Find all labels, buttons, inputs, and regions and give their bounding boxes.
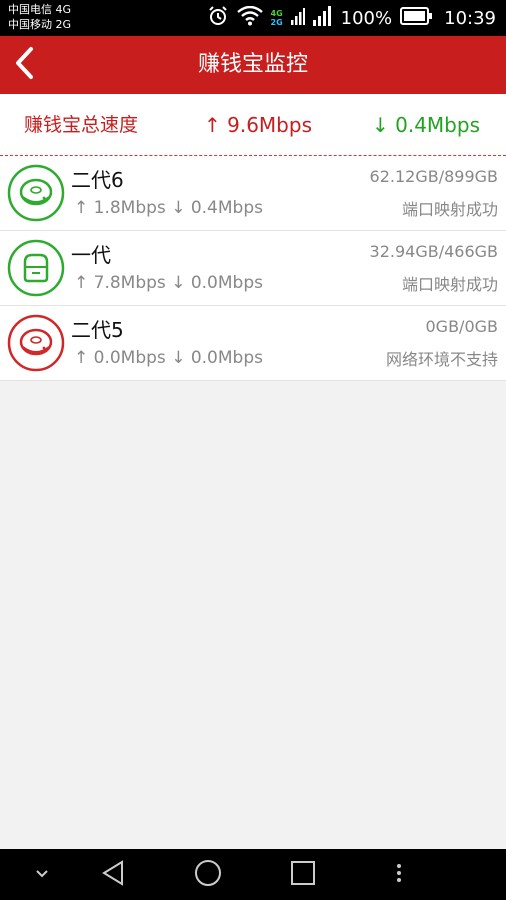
device-speed: ↑ 7.8Mbps ↓ 0.0Mbps bbox=[74, 273, 263, 293]
total-download-speed: ↓ 0.4Mbps bbox=[372, 113, 480, 137]
device-list: 二代6 ↑ 1.8Mbps ↓ 0.4Mbps 62.12GB/899GB 端口… bbox=[0, 156, 506, 381]
device-row[interactable]: 二代5 ↑ 0.0Mbps ↓ 0.0Mbps 0GB/0GB 网络环境不支持 bbox=[0, 306, 506, 381]
app-bar: 赚钱宝监控 bbox=[0, 36, 506, 94]
status-bar: 中国电信 4G 中国移动 2G 4G 2G 100% 10:39 bbox=[0, 0, 506, 36]
page-title: 赚钱宝监控 bbox=[197, 52, 308, 77]
alarm-icon bbox=[207, 5, 229, 31]
hide-nav-button[interactable] bbox=[17, 849, 67, 900]
recents-square-icon bbox=[290, 860, 316, 890]
total-upload-speed: ↑ 9.6Mbps bbox=[204, 113, 312, 137]
back-triangle-icon bbox=[100, 859, 126, 891]
battery-percent: 100% bbox=[340, 7, 393, 29]
more-vertical-icon bbox=[395, 862, 403, 888]
signal-icon-2 bbox=[312, 6, 333, 30]
signal-icon-1 bbox=[290, 7, 305, 29]
box-device-icon bbox=[6, 238, 66, 298]
chevron-down-icon bbox=[34, 865, 50, 884]
device-storage: 62.12GB/899GB bbox=[369, 167, 498, 186]
device-row[interactable]: 二代6 ↑ 1.8Mbps ↓ 0.4Mbps 62.12GB/899GB 端口… bbox=[0, 156, 506, 231]
back-chevron-icon bbox=[13, 46, 37, 84]
device-status: 网络环境不支持 bbox=[385, 350, 498, 369]
carrier-info: 中国电信 4G 中国移动 2G bbox=[8, 2, 71, 32]
carrier-2: 中国移动 2G bbox=[8, 18, 72, 31]
network-2-label: 2G bbox=[270, 18, 283, 27]
back-button[interactable] bbox=[4, 44, 46, 86]
device-name: 一代 bbox=[71, 243, 111, 267]
clock: 10:39 bbox=[444, 7, 496, 29]
device-name: 二代6 bbox=[71, 168, 124, 192]
network-1-label: 4G bbox=[270, 9, 283, 18]
screen: 中国电信 4G 中国移动 2G 4G 2G 100% 10:39 赚钱宝监控 赚… bbox=[0, 0, 506, 900]
status-icons: 4G 2G 100% 10:39 bbox=[207, 5, 496, 31]
device-speed: ↑ 0.0Mbps ↓ 0.0Mbps bbox=[74, 348, 263, 368]
home-circle-icon bbox=[194, 859, 222, 891]
home-nav-button[interactable] bbox=[183, 849, 233, 900]
device-status: 端口映射成功 bbox=[401, 275, 498, 294]
round-device-icon bbox=[6, 163, 66, 223]
network-type-labels: 4G 2G bbox=[271, 9, 283, 27]
menu-nav-button[interactable] bbox=[374, 849, 424, 900]
device-row[interactable]: 一代 ↑ 7.8Mbps ↓ 0.0Mbps 32.94GB/466GB 端口映… bbox=[0, 231, 506, 306]
back-nav-button[interactable] bbox=[88, 849, 138, 900]
round-device-icon bbox=[6, 313, 66, 373]
battery-icon bbox=[400, 7, 433, 29]
device-name: 二代5 bbox=[71, 318, 124, 342]
device-storage: 0GB/0GB bbox=[425, 317, 499, 336]
device-status: 端口映射成功 bbox=[401, 200, 498, 219]
total-speed-summary: 赚钱宝总速度 ↑ 9.6Mbps ↓ 0.4Mbps bbox=[0, 94, 506, 156]
wifi-icon bbox=[236, 5, 263, 30]
device-speed: ↑ 1.8Mbps ↓ 0.4Mbps bbox=[74, 198, 263, 218]
carrier-1: 中国电信 4G bbox=[8, 3, 72, 16]
navigation-bar bbox=[0, 849, 506, 900]
recents-nav-button[interactable] bbox=[278, 849, 328, 900]
total-speed-label: 赚钱宝总速度 bbox=[24, 114, 139, 136]
device-storage: 32.94GB/466GB bbox=[369, 242, 498, 261]
